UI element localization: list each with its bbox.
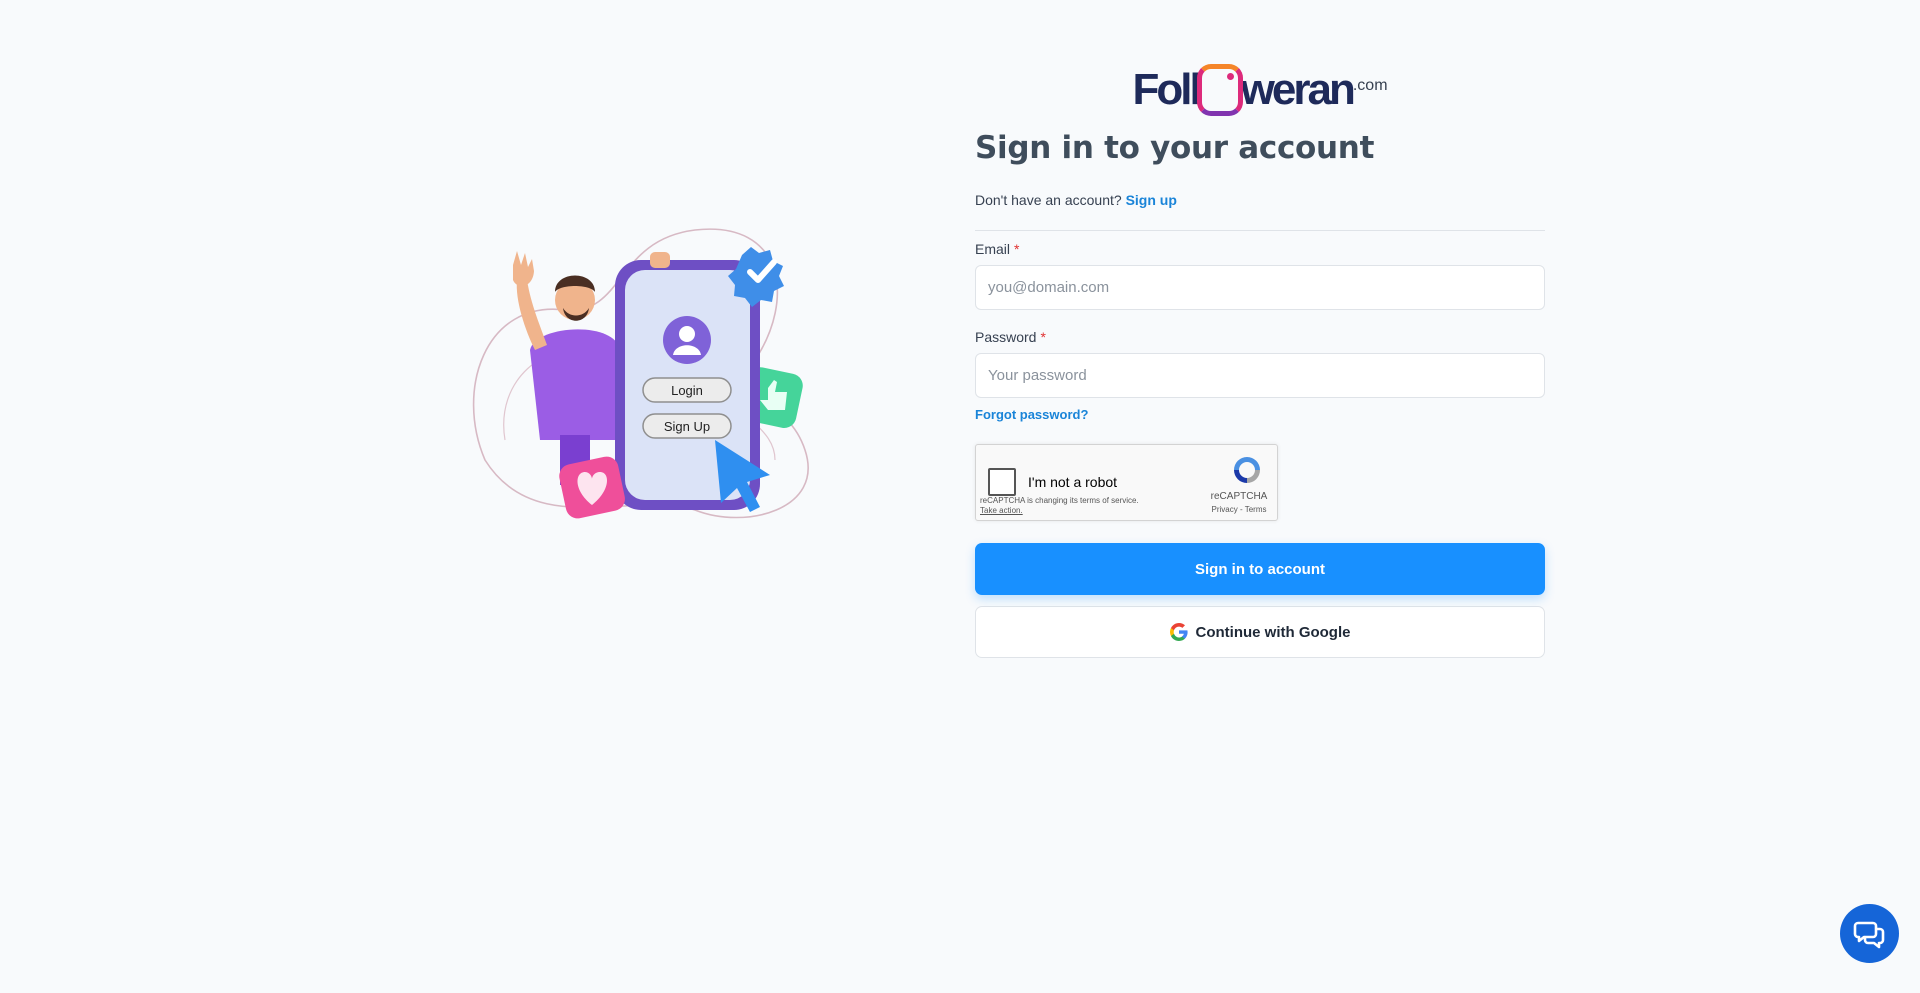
chat-launcher-button[interactable] [1840, 904, 1899, 963]
email-field[interactable] [975, 265, 1545, 310]
recaptcha-take-action-link[interactable]: Take action. [980, 506, 1023, 515]
logo-wordmark: Foll weran [1132, 60, 1356, 116]
divider [975, 230, 1545, 231]
instagram-ring-icon [1196, 64, 1243, 116]
recaptcha-widget: I'm not a robot reCAPTCHA is changing it… [975, 444, 1278, 521]
email-label-text: Email [975, 241, 1011, 257]
recaptcha-icon [1234, 457, 1260, 483]
password-label-text: Password [975, 329, 1037, 345]
signin-form-column: Foll weran .com Sign in to your account … [975, 58, 1545, 658]
no-account-text: Don't have an account? [975, 192, 1122, 208]
forgot-password-link[interactable]: Forgot password? [975, 407, 1088, 422]
recaptcha-checkbox[interactable] [988, 468, 1016, 496]
email-required-mark: * [1014, 241, 1020, 257]
page-title: Sign in to your account [975, 130, 1375, 166]
recaptcha-label: I'm not a robot [1028, 474, 1118, 490]
google-button-label: Continue with Google [1195, 623, 1351, 641]
password-label: Password * [975, 329, 1545, 345]
brand-logo[interactable]: Foll weran .com [975, 58, 1545, 116]
logo-text-left: Foll [1132, 65, 1201, 114]
signup-link[interactable]: Sign up [1126, 192, 1177, 208]
recaptcha-notice: reCAPTCHA is changing its terms of servi… [980, 496, 1139, 516]
email-label: Email * [975, 241, 1545, 257]
recaptcha-brand: reCAPTCHA [1210, 491, 1268, 502]
logo-suffix: .com [1352, 77, 1388, 94]
logo-text-right: weran [1240, 65, 1356, 114]
password-field[interactable] [975, 353, 1545, 398]
signup-prompt: Don't have an account? Sign up [975, 192, 1545, 208]
illustration-signup-label: Sign Up [664, 419, 710, 434]
google-signin-button[interactable]: Continue with Google [975, 606, 1545, 658]
login-illustration: Login Sign Up [455, 210, 895, 550]
illustration-login-label: Login [671, 383, 703, 398]
password-required-mark: * [1040, 329, 1046, 345]
recaptcha-notice-text: reCAPTCHA is changing its terms of servi… [980, 496, 1139, 505]
signin-button[interactable]: Sign in to account [975, 543, 1545, 595]
google-icon [1169, 623, 1188, 641]
recaptcha-privacy-terms-links[interactable]: Privacy - Terms [1205, 505, 1273, 514]
chat-icon [1853, 921, 1884, 948]
